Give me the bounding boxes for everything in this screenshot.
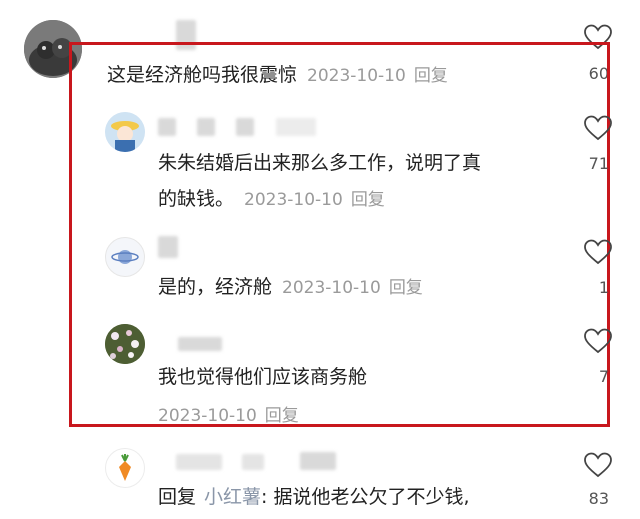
reply-text: 回复 小红薯: 据说他老公欠了不少钱,	[158, 484, 470, 511]
reply-button[interactable]: 回复	[389, 278, 423, 298]
reply-date: 2023-10-10	[282, 278, 381, 298]
username-blurred	[197, 118, 215, 136]
username-blurred	[236, 118, 254, 136]
avatar[interactable]	[105, 237, 145, 277]
reply-button[interactable]: 回复	[265, 406, 299, 426]
like-button[interactable]	[583, 452, 613, 478]
carrot-avatar-icon	[119, 454, 131, 481]
girl-hat-avatar-icon	[105, 112, 145, 152]
username-blurred	[242, 454, 264, 470]
heart-icon	[584, 239, 612, 265]
like-button[interactable]	[583, 239, 613, 265]
username-blurred[interactable]	[158, 236, 178, 258]
reply-date: 2023-10-10	[158, 406, 257, 426]
mention-link[interactable]: 小红薯	[204, 486, 261, 508]
heart-icon	[584, 115, 612, 141]
like-button[interactable]	[583, 115, 613, 141]
reply-text-line1: 朱朱结婚后出来那么多工作，说明了真	[158, 152, 482, 174]
like-button[interactable]	[583, 328, 613, 354]
like-count: 83	[588, 489, 609, 508]
like-count: 1	[598, 278, 609, 297]
reply-prefix: 回复	[158, 486, 197, 508]
heart-icon	[584, 328, 612, 354]
reply-text: 我也觉得他们应该商务舱	[158, 366, 368, 388]
avatar[interactable]	[105, 112, 145, 152]
like-count: 71	[588, 154, 609, 173]
username-blurred[interactable]	[178, 337, 222, 351]
planet-avatar-icon	[111, 250, 139, 264]
heart-icon	[584, 452, 612, 478]
reply-body: 的缺钱。	[158, 188, 235, 210]
avatar[interactable]	[105, 448, 145, 488]
reply-body: : 据说他老公欠了不少钱,	[261, 486, 470, 508]
reply-text-line2: 的缺钱。 2023-10-10 回复	[158, 186, 385, 214]
flowers-avatar-icon	[105, 324, 145, 364]
username-blurred[interactable]	[176, 454, 222, 470]
reply-body: 是的，经济舱	[158, 276, 273, 298]
like-count: 7	[598, 367, 609, 386]
reply-text: 是的，经济舱 2023-10-10 回复	[158, 274, 423, 302]
username-blurred	[276, 118, 316, 136]
username-blurred[interactable]	[158, 118, 176, 136]
reply-date: 2023-10-10	[244, 190, 343, 210]
avatar[interactable]	[105, 324, 145, 364]
reply-meta: 2023-10-10 回复	[158, 401, 299, 426]
reply-button[interactable]: 回复	[351, 190, 385, 210]
username-blurred	[300, 452, 336, 470]
